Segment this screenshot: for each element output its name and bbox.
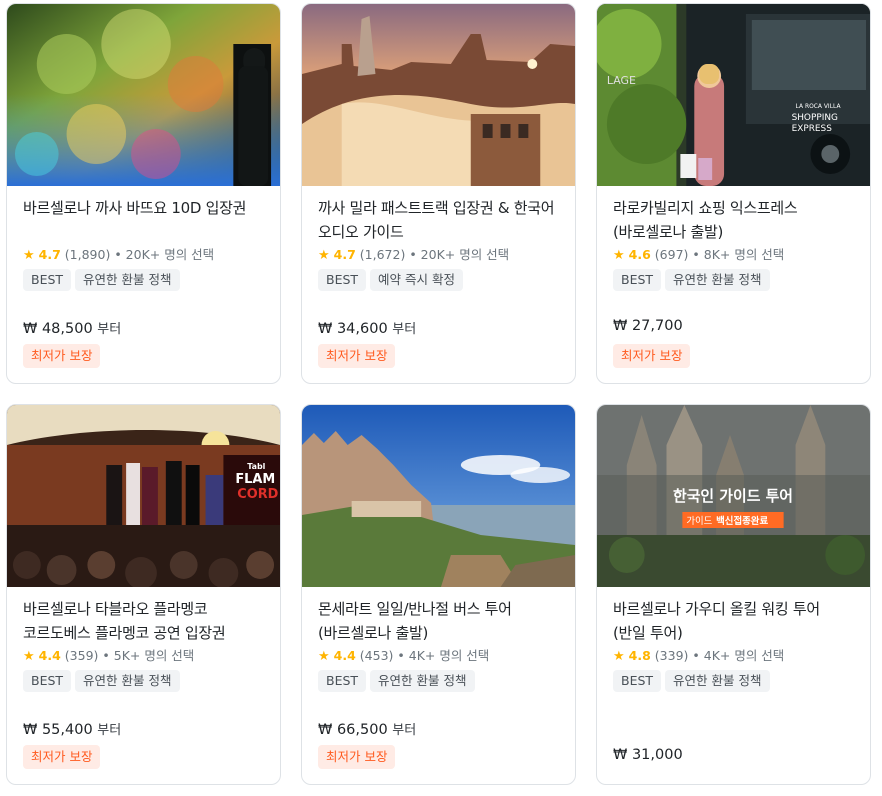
lowest-price-badge: 최저가 보장 <box>613 344 691 368</box>
price-suffix: 부터 <box>97 723 122 738</box>
product-image: LAGE LA ROCA VILLA SHOPPING EXPRESS <box>597 4 870 186</box>
product-grid: 바르셀로나 까사 바뜨요 10D 입장권 ★ 4.7 (1,890) • 20K… <box>0 0 882 796</box>
star-icon: ★ <box>613 649 625 664</box>
star-icon: ★ <box>23 649 35 664</box>
banner-text: 한국인 가이드 투어 <box>673 487 793 505</box>
product-image: 한국인 가이드 투어 가이드 백신접종완료 <box>597 405 870 587</box>
price-suffix: 부터 <box>97 322 122 337</box>
tag: BEST <box>613 269 662 291</box>
product-card[interactable]: Tabl FLAM CORD 바르셀로나 타블라오 플라멩코 코르도베스 플라멩… <box>6 404 281 785</box>
product-rating: ★ 4.8 (339) • 4K+ 명의 선택 <box>613 647 856 666</box>
product-rating: ★ 4.4 (359) • 5K+ 명의 선택 <box>23 647 266 666</box>
product-title: 바르셀로나 까사 바뜨요 10D 입장권 <box>23 199 247 217</box>
tag-list: BEST 유연한 환불 정책 <box>23 269 266 291</box>
chosen-count: • 5K+ 명의 선택 <box>102 648 195 663</box>
star-icon: ★ <box>23 248 35 263</box>
review-count: (1,672) <box>359 247 406 262</box>
price-amount: ₩ 66,500 <box>318 722 388 738</box>
chosen-count: • 8K+ 명의 선택 <box>692 247 785 262</box>
rating-score: 4.4 <box>333 648 356 663</box>
rating-score: 4.6 <box>628 247 651 262</box>
product-image <box>7 4 280 186</box>
price-amount: ₩ 31,000 <box>613 747 683 763</box>
product-rating: ★ 4.4 (453) • 4K+ 명의 선택 <box>318 647 561 666</box>
tag-list: BEST 유연한 환불 정책 <box>613 670 856 692</box>
price-amount: ₩ 48,500 <box>23 321 93 337</box>
show-sign-text: FLAM <box>235 472 275 487</box>
rating-score: 4.7 <box>333 247 356 262</box>
tag-list: BEST 유연한 환불 정책 <box>23 670 266 692</box>
tag-list: BEST 유연한 환불 정책 <box>318 670 561 692</box>
product-card[interactable]: 몬세라트 일일/반나절 버스 투어 (바르셀로나 출발) ★ 4.4 (453)… <box>301 404 576 785</box>
lowest-price-badge: 최저가 보장 <box>318 745 396 769</box>
product-card[interactable]: 까사 밀라 패스트트랙 입장권 & 한국어 오디오 가이드 ★ 4.7 (1,6… <box>301 3 576 384</box>
chosen-count: • 20K+ 명의 선택 <box>114 247 215 262</box>
price-amount: ₩ 27,700 <box>613 318 683 334</box>
product-image <box>302 405 575 587</box>
product-price: ₩ 48,500 부터 <box>23 318 121 337</box>
review-count: (1,890) <box>64 247 111 262</box>
chosen-count: • 4K+ 명의 선택 <box>397 648 490 663</box>
show-sign-text: CORD <box>237 487 278 502</box>
bus-sign-text: LA ROCA VILLA <box>796 103 842 110</box>
banner-text: 백신접종완료 <box>716 515 768 527</box>
rating-score: 4.8 <box>628 648 651 663</box>
price-amount: ₩ 34,600 <box>318 321 388 337</box>
product-title: 몬세라트 일일/반나절 버스 투어 (바르셀로나 출발) <box>318 600 512 642</box>
product-rating: ★ 4.6 (697) • 8K+ 명의 선택 <box>613 246 856 265</box>
product-title: 라로카빌리지 쇼핑 익스프레스 (바로셀로나 출발) <box>613 199 798 241</box>
tag-list: BEST 유연한 환불 정책 <box>613 269 856 291</box>
review-count: (339) <box>654 648 689 663</box>
product-card[interactable]: LAGE LA ROCA VILLA SHOPPING EXPRESS 라로카빌… <box>596 3 871 384</box>
price-amount: ₩ 55,400 <box>23 722 93 738</box>
product-price: ₩ 34,600 부터 <box>318 318 416 337</box>
chosen-count: • 4K+ 명의 선택 <box>692 648 785 663</box>
product-image <box>302 4 575 186</box>
product-price: ₩ 31,000 <box>613 747 683 763</box>
rating-score: 4.4 <box>38 648 61 663</box>
price-suffix: 부터 <box>392 322 417 337</box>
tag: BEST <box>318 269 367 291</box>
tag: BEST <box>23 269 72 291</box>
tag: BEST <box>318 670 367 692</box>
product-title: 까사 밀라 패스트트랙 입장권 & 한국어 오디오 가이드 <box>318 199 555 241</box>
lowest-price-badge: 최저가 보장 <box>23 745 101 769</box>
lowest-price-badge: 최저가 보장 <box>318 344 396 368</box>
product-rating: ★ 4.7 (1,672) • 20K+ 명의 선택 <box>318 246 561 265</box>
show-sign-text: Tabl <box>247 462 265 471</box>
star-icon: ★ <box>318 649 330 664</box>
rating-score: 4.7 <box>38 247 61 262</box>
product-price: ₩ 27,700 <box>613 318 683 334</box>
product-price: ₩ 55,400 부터 <box>23 719 121 738</box>
tag-list: BEST 예약 즉시 확정 <box>318 269 561 291</box>
review-count: (453) <box>359 648 394 663</box>
tag: 유연한 환불 정책 <box>370 670 475 692</box>
lowest-price-badge: 최저가 보장 <box>23 344 101 368</box>
chosen-count: • 20K+ 명의 선택 <box>409 247 510 262</box>
tag: 유연한 환불 정책 <box>75 670 180 692</box>
star-icon: ★ <box>613 248 625 263</box>
price-suffix: 부터 <box>392 723 417 738</box>
banner-text: 가이드 <box>686 516 712 527</box>
product-price: ₩ 66,500 부터 <box>318 719 416 738</box>
tag: 유연한 환불 정책 <box>75 269 180 291</box>
product-title: 바르셀로나 가우디 올킬 워킹 투어 (반일 투어) <box>613 600 820 642</box>
tag: BEST <box>23 670 72 692</box>
review-count: (697) <box>654 247 689 262</box>
star-icon: ★ <box>318 248 330 263</box>
tag: 유연한 환불 정책 <box>665 269 770 291</box>
tag: BEST <box>613 670 662 692</box>
product-card[interactable]: 바르셀로나 까사 바뜨요 10D 입장권 ★ 4.7 (1,890) • 20K… <box>6 3 281 384</box>
tag: 예약 즉시 확정 <box>370 269 463 291</box>
bus-sign-text: EXPRESS <box>792 124 833 134</box>
product-rating: ★ 4.7 (1,890) • 20K+ 명의 선택 <box>23 246 266 265</box>
product-image: Tabl FLAM CORD <box>7 405 280 587</box>
bus-sign-text: LAGE <box>607 74 636 87</box>
review-count: (359) <box>64 648 99 663</box>
product-title: 바르셀로나 타블라오 플라멩코 코르도베스 플라멩코 공연 입장권 <box>23 600 226 642</box>
tag: 유연한 환불 정책 <box>665 670 770 692</box>
product-card[interactable]: 한국인 가이드 투어 가이드 백신접종완료 바르셀로나 가우디 올킬 워킹 투어… <box>596 404 871 785</box>
bus-sign-text: SHOPPING <box>792 113 838 123</box>
